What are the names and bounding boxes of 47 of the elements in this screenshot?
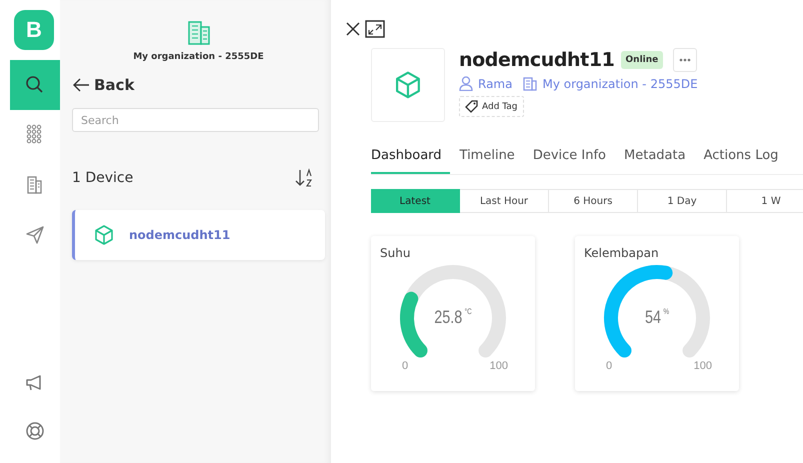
gauge-value: 25.8 (434, 307, 462, 327)
device-name: nodemcudht11 (459, 49, 615, 71)
building-icon (523, 76, 538, 91)
gauge-value: 54 (644, 307, 661, 327)
gauge-max: 100 (694, 360, 712, 372)
close-icon (345, 21, 361, 37)
add-tag-button[interactable]: Add Tag (459, 96, 524, 117)
expand-button[interactable] (365, 20, 385, 38)
widget-title: Suhu (380, 246, 412, 260)
user-icon (459, 76, 473, 91)
gauge-max: 100 (490, 360, 508, 372)
search-field[interactable]: Search (72, 108, 319, 132)
send-icon (24, 224, 46, 246)
time-range-button[interactable]: Latest (371, 189, 460, 213)
gauge-min: 0 (402, 360, 408, 372)
tab[interactable]: Timeline (452, 144, 523, 174)
owner-link[interactable]: Rama (478, 76, 512, 90)
device-count: 1 Device (72, 170, 134, 186)
logo: B (14, 10, 54, 50)
tab[interactable]: Actions Log (696, 144, 786, 174)
cube-icon (393, 70, 423, 100)
lifebuoy-icon (24, 420, 46, 442)
gauge-min: 0 (606, 360, 612, 372)
gauge-unit: % (663, 307, 670, 316)
tag-icon (465, 100, 478, 113)
close-button[interactable] (345, 21, 361, 37)
tab[interactable]: Metadata (616, 144, 694, 174)
time-range-button[interactable]: 6 Hours (549, 189, 638, 213)
cube-icon (93, 224, 115, 246)
time-range-button[interactable]: Last Hour (460, 189, 549, 213)
sort-icon (295, 168, 315, 188)
nav-button[interactable] (10, 60, 60, 110)
widget-title: Kelembapan (584, 246, 660, 260)
tab[interactable]: Dashboard (371, 144, 450, 174)
time-range-button[interactable]: 1 W (727, 189, 803, 213)
gauge-unit: °C (464, 307, 472, 316)
time-range-button[interactable]: 1 Day (638, 189, 727, 213)
arrow-left-icon (72, 78, 90, 92)
organization-link[interactable]: My organization - 2555DE (542, 76, 698, 90)
device-list-item[interactable]: nodemcudht11 (72, 210, 325, 260)
more-icon (679, 58, 692, 62)
tab[interactable]: Device Info (524, 144, 614, 174)
organization-name: My organization - 2555DE (133, 52, 264, 62)
expand-icon (365, 20, 385, 38)
back-button[interactable]: Back (72, 76, 134, 94)
status-badge: Online (620, 51, 664, 69)
more-button[interactable] (673, 48, 698, 72)
